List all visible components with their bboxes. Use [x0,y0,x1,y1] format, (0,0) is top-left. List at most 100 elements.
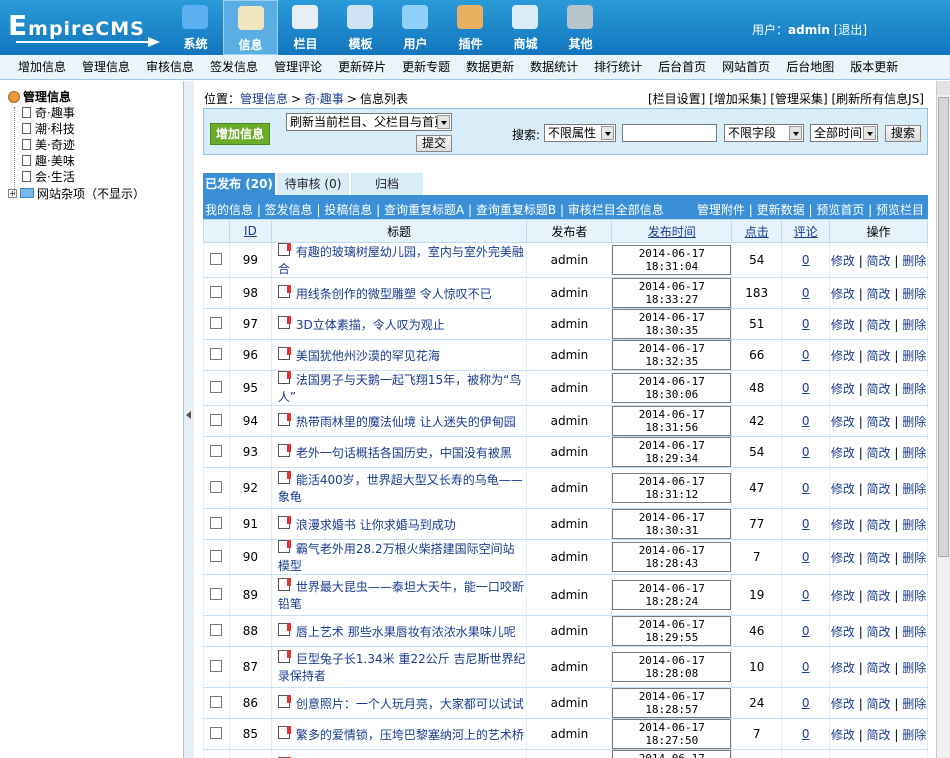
sidebar-category-item[interactable]: 趣·美味 [22,152,75,168]
edit-link[interactable]: 修改 [831,287,855,301]
subnav-link[interactable]: 后台地图 [778,55,842,79]
row-comments-link[interactable]: 0 [802,414,810,428]
row-title-link[interactable]: 巨型兔子长1.34米 重22公斤 吉尼斯世界纪录保持者 [278,652,526,683]
sidebar-root[interactable]: 管理信息 [8,88,71,105]
delete-link[interactable]: 删除 [902,382,926,396]
subnav-link[interactable]: 排行统计 [586,55,650,79]
action-links-right[interactable]: 管理附件 | 更新数据 | 预览首页 | 预览栏目 [697,201,924,218]
attribute-select[interactable]: 不限属性 [544,124,616,142]
subnav-link[interactable]: 签发信息 [202,55,266,79]
row-comments-link[interactable]: 0 [802,381,810,395]
quick-edit-link[interactable]: 简改 [867,349,891,363]
quick-edit-link[interactable]: 简改 [867,254,891,268]
header-time[interactable]: 发布时间 [611,219,733,243]
row-comments-link[interactable]: 0 [802,317,810,331]
row-time-field[interactable]: 2014-06-17 18:29:55 [612,616,732,646]
row-time-field[interactable]: 2014-06-17 18:28:14 [612,750,732,758]
row-time-field[interactable]: 2014-06-17 18:31:56 [612,406,732,436]
row-title-link[interactable]: 霸气老外用28.2万根火柴搭建国际空间站模型 [278,542,515,573]
nav-item-4[interactable]: 用户 [388,0,443,55]
quick-edit-link[interactable]: 简改 [867,661,891,675]
add-info-button[interactable]: 增加信息 [210,123,270,145]
quick-edit-link[interactable]: 简改 [867,287,891,301]
quick-edit-link[interactable]: 简改 [867,697,891,711]
row-title-link[interactable]: 创意照片：一个人玩月亮，大家都可以试试 [296,697,524,711]
quick-edit-link[interactable]: 简改 [867,551,891,565]
row-title-link[interactable]: 用线条创作的微型雕塑 令人惊叹不已 [296,287,492,301]
delete-link[interactable]: 删除 [902,625,926,639]
row-checkbox[interactable] [210,695,223,708]
row-comments-link[interactable]: 0 [802,624,810,638]
subnav-link[interactable]: 网站首页 [714,55,778,79]
quick-edit-link[interactable]: 简改 [867,518,891,532]
delete-link[interactable]: 删除 [902,589,926,603]
row-time-field[interactable]: 2014-06-17 18:32:35 [612,340,732,370]
row-title-link[interactable]: 浪漫求婚书 让你求婚马到成功 [296,518,456,532]
subnav-link[interactable]: 审核信息 [138,55,202,79]
row-title-link[interactable]: 法国男子与天鹅一起飞翔15年，被称为“鸟人” [278,373,522,404]
nav-item-1[interactable]: 信息 [223,0,278,55]
row-checkbox[interactable] [210,516,223,529]
row-time-field[interactable]: 2014-06-17 18:33:27 [612,278,732,308]
row-time-field[interactable]: 2014-06-17 18:28:43 [612,542,732,572]
edit-link[interactable]: 修改 [831,254,855,268]
row-title-link[interactable]: 有趣的玻璃树屋幼儿园，室内与室外完美融合 [278,245,524,276]
delete-link[interactable]: 删除 [902,349,926,363]
edit-link[interactable]: 修改 [831,518,855,532]
row-checkbox[interactable] [210,623,223,636]
scrollbar-thumb[interactable] [938,97,949,557]
row-time-field[interactable]: 2014-06-17 18:28:08 [612,652,732,682]
tab-pending[interactable]: 待审核 (0) [277,173,349,195]
edit-link[interactable]: 修改 [831,415,855,429]
row-time-field[interactable]: 2014-06-17 18:30:35 [612,309,732,339]
tab-published[interactable]: 已发布 (20) [203,173,275,195]
row-comments-link[interactable]: 0 [802,286,810,300]
row-comments-link[interactable]: 0 [802,481,810,495]
sort-comments-link[interactable]: 评论 [794,225,818,239]
row-checkbox[interactable] [210,285,223,298]
sidebar-splitter[interactable] [184,81,194,758]
breadcrumb-category[interactable]: 奇·趣事 [304,92,344,106]
delete-link[interactable]: 删除 [902,318,926,332]
quick-edit-link[interactable]: 简改 [867,415,891,429]
edit-link[interactable]: 修改 [831,728,855,742]
row-comments-link[interactable]: 0 [802,348,810,362]
sidebar-misc-item[interactable]: + 网站杂项（不显示） [8,185,145,201]
row-time-field[interactable]: 2014-06-17 18:31:12 [612,473,732,503]
row-comments-link[interactable]: 0 [802,517,810,531]
page-scrollbar[interactable] [936,81,950,758]
row-comments-link[interactable]: 0 [802,445,810,459]
sort-time-link[interactable]: 发布时间 [648,225,696,239]
subnav-link[interactable]: 数据统计 [522,55,586,79]
quick-edit-link[interactable]: 简改 [867,625,891,639]
row-title-link[interactable]: 能活400岁，世界超大型又长寿的乌龟——象龟 [278,473,523,504]
row-checkbox[interactable] [210,316,223,329]
edit-link[interactable]: 修改 [831,349,855,363]
delete-link[interactable]: 删除 [902,415,926,429]
quick-edit-link[interactable]: 简改 [867,482,891,496]
row-time-field[interactable]: 2014-06-17 18:28:57 [612,688,732,718]
delete-link[interactable]: 删除 [902,728,926,742]
delete-link[interactable]: 删除 [902,551,926,565]
scroll-up-arrow-icon[interactable] [937,81,950,95]
row-title-link[interactable]: 热带雨林里的魔法仙境 让人迷失的伊甸园 [296,415,516,429]
breadcrumb-manage-info[interactable]: 管理信息 [240,92,288,106]
logout-link[interactable]: [退出] [834,23,867,37]
quick-edit-link[interactable]: 简改 [867,382,891,396]
quick-edit-link[interactable]: 简改 [867,728,891,742]
row-title-link[interactable]: 美国犹他州沙漠的罕见花海 [296,349,440,363]
row-time-field[interactable]: 2014-06-17 18:30:31 [612,509,732,539]
delete-link[interactable]: 删除 [902,697,926,711]
empirecms-logo[interactable]: EmpireCMS [8,9,160,47]
row-comments-link[interactable]: 0 [802,253,810,267]
nav-item-5[interactable]: 插件 [443,0,498,55]
sort-clicks-link[interactable]: 点击 [745,225,769,239]
time-select[interactable]: 全部时间 [810,124,878,142]
row-checkbox[interactable] [210,480,223,493]
tab-archived[interactable]: 归档 [351,173,423,195]
delete-link[interactable]: 删除 [902,446,926,460]
delete-link[interactable]: 删除 [902,661,926,675]
row-title-link[interactable]: 老外一句话概括各国历史，中国没有被黑 [296,446,512,460]
row-checkbox[interactable] [210,587,223,600]
header-comments[interactable]: 评论 [781,219,831,243]
